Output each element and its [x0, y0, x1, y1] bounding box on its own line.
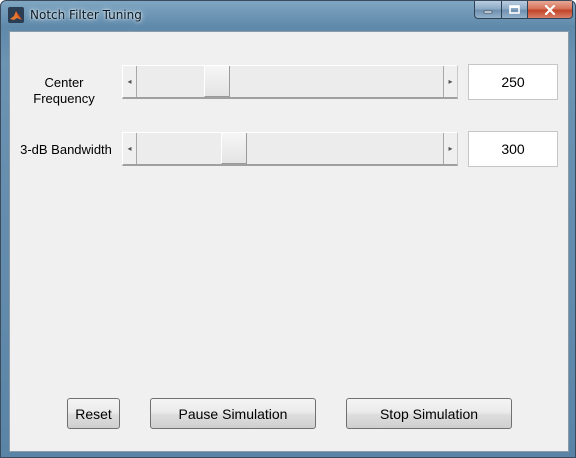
bandwidth-track[interactable]	[136, 133, 444, 164]
window-title: Notch Filter Tuning	[30, 8, 142, 22]
title-bar[interactable]: Notch Filter Tuning	[1, 1, 575, 31]
center-frequency-label-line1: Center	[44, 75, 84, 90]
center-frequency-thumb[interactable]	[203, 66, 230, 97]
minimize-button[interactable]	[474, 1, 501, 19]
stop-simulation-button[interactable]: Stop Simulation	[346, 398, 512, 429]
reset-button[interactable]: Reset	[67, 398, 120, 429]
center-frequency-right-arrow-icon[interactable]: ▸	[443, 66, 457, 97]
pause-simulation-button[interactable]: Pause Simulation	[150, 398, 316, 429]
bandwidth-label: 3-dB Bandwidth	[20, 142, 112, 157]
maximize-icon	[509, 5, 520, 14]
matlab-icon	[8, 7, 24, 23]
center-frequency-value-field[interactable]: 250	[468, 64, 558, 100]
bandwidth-value-field[interactable]: 300	[468, 131, 558, 167]
center-frequency-slider[interactable]: ◂ ▸	[122, 65, 458, 99]
bandwidth-left-arrow-icon[interactable]: ◂	[123, 133, 137, 164]
close-icon	[544, 4, 556, 15]
center-frequency-label-line2: Frequency	[33, 91, 95, 106]
bandwidth-right-arrow-icon[interactable]: ▸	[443, 133, 457, 164]
center-frequency-track[interactable]	[136, 66, 444, 97]
bandwidth-slider[interactable]: ◂ ▸	[122, 132, 458, 166]
close-button[interactable]	[527, 1, 573, 19]
maximize-button[interactable]	[501, 1, 527, 19]
bandwidth-thumb[interactable]	[220, 133, 247, 164]
app-window: Notch Filter Tuning Center Frequency ◂ ▸…	[0, 0, 576, 458]
center-frequency-label: Center Frequency	[14, 75, 114, 107]
client-area: Center Frequency ◂ ▸ 250 3-dB Bandwidth …	[9, 31, 569, 452]
center-frequency-left-arrow-icon[interactable]: ◂	[123, 66, 137, 97]
minimize-icon	[483, 10, 493, 13]
